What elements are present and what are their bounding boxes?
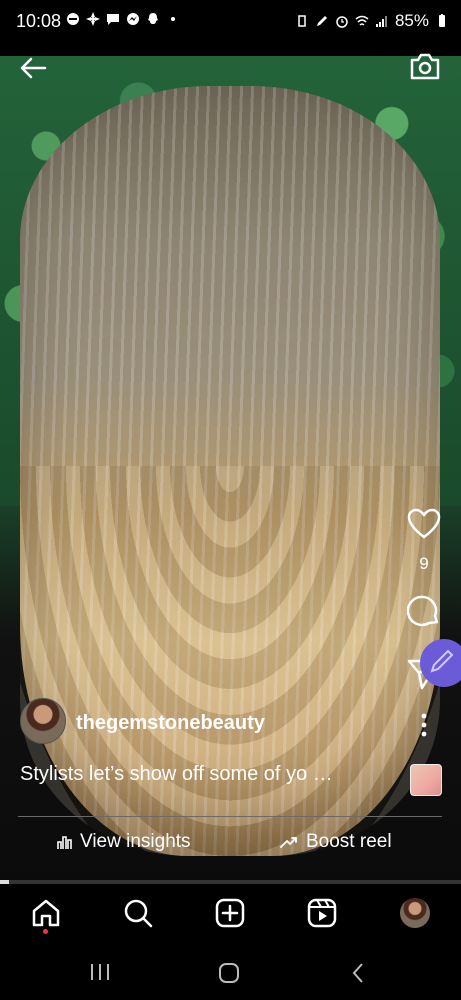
trending-up-icon: [280, 837, 297, 848]
like-count[interactable]: 9: [404, 554, 444, 574]
avatar[interactable]: [20, 698, 66, 744]
notification-icons: [66, 12, 180, 26]
reels-icon[interactable]: [307, 898, 337, 928]
status-right-icons: 85%: [295, 11, 449, 31]
profile-avatar[interactable]: [400, 898, 430, 928]
recent-apps-icon[interactable]: [89, 962, 111, 982]
more-vertical-icon[interactable]: [418, 712, 430, 738]
back-button-icon[interactable]: [351, 962, 365, 984]
notification-dot: [43, 929, 48, 934]
messenger-icon: [127, 13, 139, 25]
view-insights-label: View insights: [80, 831, 191, 852]
plus-square-icon[interactable]: [215, 898, 245, 928]
vibrate-icon: [298, 15, 306, 27]
bar-chart-icon: [57, 836, 72, 849]
status-bar: 10:08 85%: [0, 0, 461, 44]
search-icon[interactable]: [123, 898, 153, 928]
home-icon[interactable]: [31, 898, 61, 928]
heart-icon[interactable]: [407, 508, 441, 540]
audio-thumbnail[interactable]: [410, 764, 442, 796]
view-insights-button[interactable]: View insights: [56, 831, 191, 853]
boost-reel-label: Boost reel: [306, 831, 392, 852]
status-time: 10:08: [16, 11, 62, 31]
battery-level: 85%: [394, 11, 429, 30]
edit-icon: [316, 16, 327, 26]
arrow-left-icon[interactable]: [18, 53, 48, 83]
snapchat-icon: [148, 13, 158, 24]
dot-icon: [171, 17, 175, 21]
signal-icon: [375, 16, 387, 27]
chat-icon: [107, 14, 119, 25]
camera-icon[interactable]: [409, 51, 441, 81]
comment-icon[interactable]: [407, 594, 441, 628]
pencil-icon: [430, 649, 454, 673]
author-name[interactable]: thegemstonebeauty: [76, 712, 265, 735]
system-nav-bar: [0, 942, 461, 1000]
divider: [18, 816, 442, 817]
author-row: thegemstonebeauty: [20, 698, 440, 748]
boost-reel-button[interactable]: Boost reel: [280, 831, 392, 853]
alarm-icon: [336, 16, 348, 28]
dnd-icon: [67, 13, 79, 25]
home-button-icon[interactable]: [218, 962, 240, 984]
reel-caption[interactable]: Stylists let’s show off some of yo …: [20, 763, 390, 786]
reel-video[interactable]: [0, 56, 461, 884]
bottom-nav: [0, 884, 461, 942]
wifi-icon: [355, 15, 369, 26]
floating-edit-button[interactable]: [420, 639, 461, 687]
battery-icon: [439, 14, 445, 27]
hair-waves: [20, 466, 440, 856]
fan-icon: [86, 12, 100, 26]
